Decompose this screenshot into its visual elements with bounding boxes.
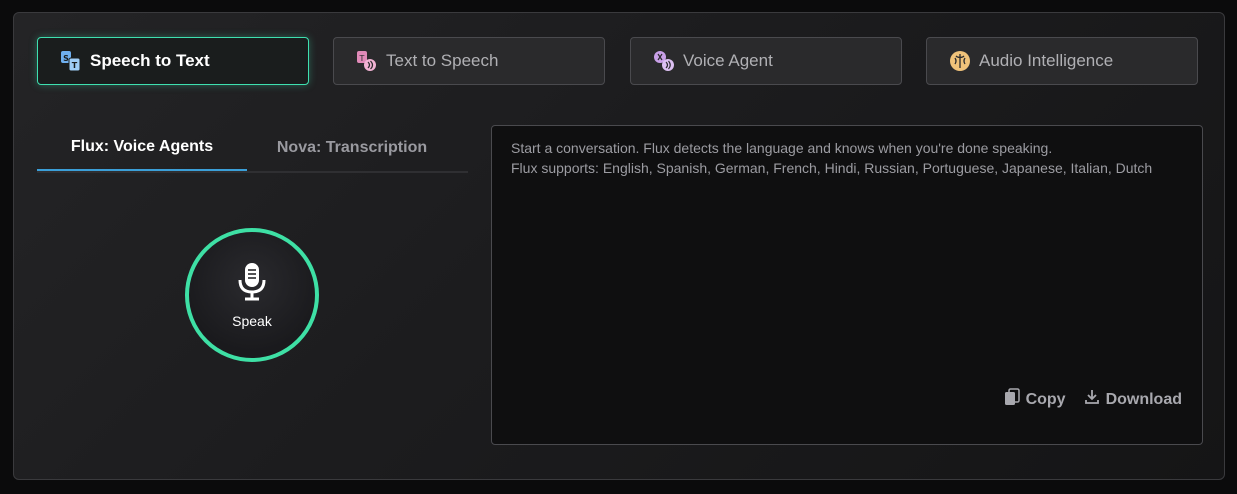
microphone-icon [236, 262, 268, 307]
model-tabs: Flux: Voice Agents Nova: Transcription [37, 125, 468, 173]
svg-text:T: T [72, 61, 78, 70]
brain-icon [949, 50, 971, 72]
tab-audio-intelligence[interactable]: Audio Intelligence [926, 37, 1198, 85]
download-icon [1084, 389, 1100, 410]
copy-icon [1004, 388, 1020, 411]
tab-flux-voice-agents[interactable]: Flux: Voice Agents [37, 125, 247, 171]
tab-label: Audio Intelligence [979, 51, 1114, 70]
svg-text:T: T [359, 54, 365, 63]
copy-button[interactable]: Copy [1004, 388, 1066, 411]
svg-text:S: S [63, 54, 69, 63]
voice-agent-icon [653, 50, 675, 72]
transcript-actions: Copy Download [1004, 388, 1182, 411]
tab-voice-agent[interactable]: Voice Agent [630, 37, 902, 85]
speak-label: Speak [232, 312, 272, 329]
download-label: Download [1105, 390, 1182, 408]
download-button[interactable]: Download [1084, 389, 1182, 410]
transcript-languages: Flux supports: English, Spanish, German,… [511, 160, 1153, 176]
tab-label: Speech to Text [90, 51, 210, 70]
text-to-speech-icon: T [356, 50, 378, 72]
tab-speech-to-text[interactable]: S T Speech to Text [37, 37, 309, 85]
tab-label: Voice Agent [683, 51, 773, 70]
transcript-output[interactable]: Start a conversation. Flux detects the l… [491, 125, 1203, 445]
transcript-intro: Start a conversation. Flux detects the l… [511, 140, 1053, 156]
speech-to-text-icon: S T [60, 50, 82, 72]
tab-text-to-speech[interactable]: T Text to Speech [333, 37, 605, 85]
copy-label: Copy [1025, 390, 1066, 408]
main-panel: S T Speech to Text T Text to Speech Voic… [13, 12, 1225, 480]
tab-label: Text to Speech [386, 51, 499, 70]
speak-button[interactable]: Speak [185, 228, 319, 362]
tab-nova-transcription[interactable]: Nova: Transcription [247, 125, 457, 171]
